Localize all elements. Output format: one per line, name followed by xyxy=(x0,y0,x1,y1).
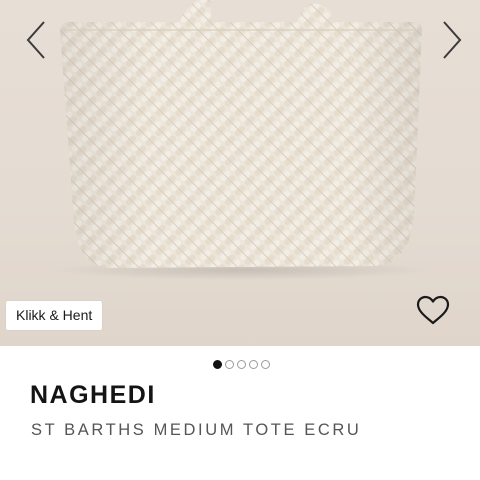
product-image xyxy=(52,0,432,280)
chevron-right-icon xyxy=(443,21,462,59)
chevron-left-icon xyxy=(26,21,45,59)
product-title: ST BARTHS MEDIUM TOTE ECRU xyxy=(31,421,362,439)
pagination-dot-3[interactable] xyxy=(236,360,246,369)
click-and-collect-badge: Klikk & Hent xyxy=(6,301,103,330)
pagination-dot-5[interactable] xyxy=(260,360,270,369)
product-image-gallery[interactable]: Klikk & Hent xyxy=(0,0,480,346)
product-brand[interactable]: NAGHEDI xyxy=(30,381,156,410)
image-pagination-dots xyxy=(0,360,480,369)
pagination-dot-1[interactable] xyxy=(212,360,222,369)
wishlist-button[interactable] xyxy=(415,294,451,326)
pagination-dot-4[interactable] xyxy=(248,360,258,369)
next-image-button[interactable] xyxy=(438,18,466,62)
previous-image-button[interactable] xyxy=(22,18,50,62)
heart-outline-icon xyxy=(416,295,450,325)
pagination-dot-2[interactable] xyxy=(224,360,234,369)
